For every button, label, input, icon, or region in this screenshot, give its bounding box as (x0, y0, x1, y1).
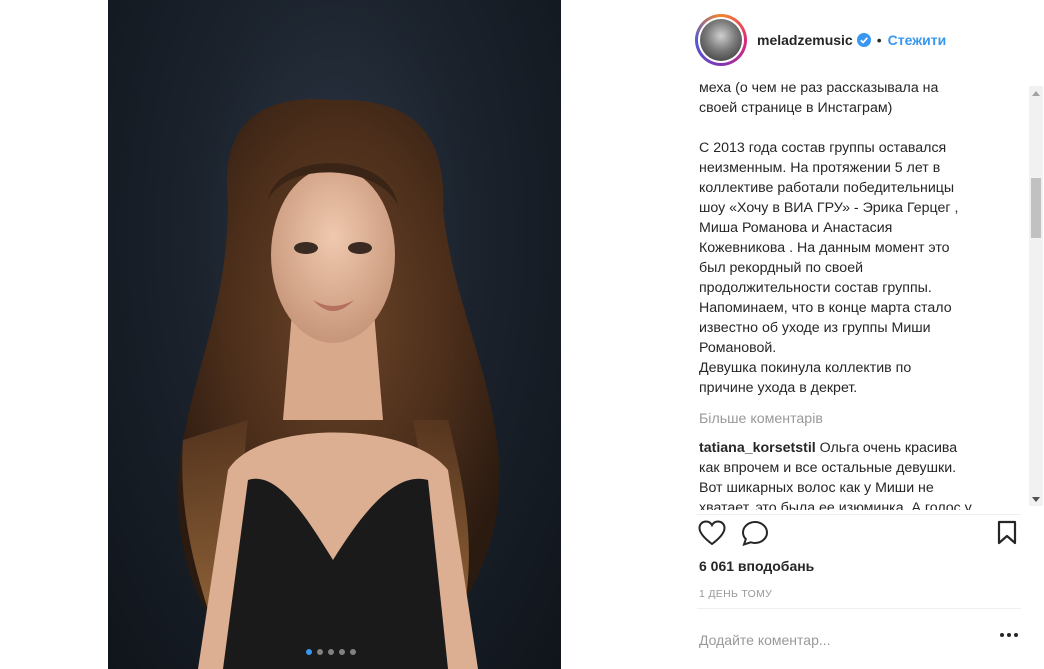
scroll-down-arrow-icon[interactable] (1029, 492, 1043, 506)
comment-username-link[interactable]: tatiana_korsetstil (699, 440, 816, 456)
post-actions (698, 520, 1024, 550)
caption-line: продолжительности состав группы. (699, 280, 932, 296)
section-divider (697, 608, 1021, 609)
username-link[interactable]: meladzemusic (757, 32, 853, 48)
caption-line: шоу «Хочу в ВИА ГРУ» - Эрика Герцег , (699, 200, 959, 216)
post-timestamp[interactable]: 1 ДЕНЬ ТОМУ (699, 588, 772, 600)
comment-text: Ольга очень красива (819, 440, 958, 456)
more-options-icon[interactable] (1000, 633, 1018, 637)
carousel-dot (317, 649, 323, 655)
header-separator: • (876, 32, 882, 48)
post-details-panel: meladzemusic • Стежити меха (о чем не ра… (561, 0, 1044, 669)
portrait-illustration (178, 99, 500, 669)
bookmark-icon[interactable] (996, 520, 1018, 551)
caption-line: своей странице в Инстаграм) (699, 100, 893, 116)
caption-line: Романовой. (699, 340, 777, 356)
carousel-indicator (306, 649, 356, 655)
post-header: meladzemusic • Стежити (695, 14, 946, 66)
caption-line: коллективе работали победительницы (699, 180, 955, 196)
verified-badge-icon (856, 33, 871, 47)
caption-line: был рекордный по своей (699, 260, 864, 276)
carousel-dot (350, 649, 356, 655)
comments-scrollbar[interactable] (1029, 86, 1043, 506)
carousel-dot (328, 649, 334, 655)
caption-line: меха (о чем не раз рассказывала на (699, 80, 939, 96)
comment-text: как впрочем и все остальные девушки. (699, 460, 957, 476)
section-divider (697, 514, 1021, 515)
follow-button[interactable]: Стежити (888, 32, 947, 48)
load-more-comments-link[interactable]: Більше коментарів (699, 409, 1019, 429)
caption-line: Девушка покинула коллектив по (699, 360, 912, 376)
caption-line: причине ухода в декрет. (699, 380, 858, 396)
carousel-dot (339, 649, 345, 655)
add-comment-input[interactable] (699, 628, 989, 652)
comment-item: tatiana_korsetstil Ольга очень красива к… (699, 438, 1019, 510)
scrollbar-thumb[interactable] (1031, 178, 1041, 238)
heart-icon[interactable] (698, 520, 726, 551)
caption-line (699, 118, 1019, 138)
avatar[interactable] (695, 14, 747, 66)
caption-line: Миша Романова и Анастасия (699, 220, 893, 236)
comment-bubble-icon[interactable] (741, 520, 769, 551)
comment-text: Вот шикарных волос как у Миши не (699, 480, 934, 496)
page-backdrop (0, 0, 108, 669)
caption-line: известно об уходе из группы Миши (699, 320, 931, 336)
scroll-up-arrow-icon[interactable] (1029, 86, 1043, 100)
caption-line: С 2013 года состав группы оставался (699, 140, 947, 156)
comments-scroll-area[interactable]: меха (о чем не раз рассказывала на своей… (699, 78, 1019, 510)
comment-text: хватает, это была ее изюминка. А голос у (699, 500, 972, 510)
caption-line: неизменным. На протяжении 5 лет в (699, 160, 941, 176)
caption-line: Кожевникова . На данным момент это (699, 240, 950, 256)
caption-text: меха (о чем не раз рассказывала на своей… (699, 78, 1019, 398)
likes-count[interactable]: 6 061 вподобань (699, 558, 814, 574)
caption-line: Напоминаем, что в конце марта стало (699, 300, 952, 316)
carousel-dot (306, 649, 312, 655)
post-photo[interactable] (108, 0, 561, 669)
